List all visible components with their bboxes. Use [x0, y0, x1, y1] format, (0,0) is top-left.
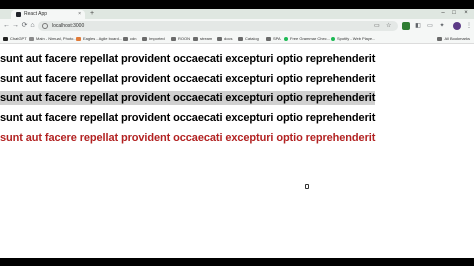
bookmark-catalog[interactable]: Catalog — [238, 35, 259, 42]
bookmark-main-nimual[interactable]: Main - Nimual, Photo... — [29, 35, 77, 42]
mouse-cursor-icon — [305, 184, 309, 189]
chatgpt-icon — [3, 36, 8, 41]
tab-close-icon[interactable]: × — [78, 11, 81, 18]
address-bar[interactable]: localhost:3000 ▭ ☆ — [38, 21, 398, 31]
folder-icon — [123, 36, 128, 41]
folder-icon — [437, 36, 443, 41]
site-info-icon[interactable] — [42, 23, 48, 29]
browser-window: React App × + – □ × ← → ⟳ ⌂ localhost:30… — [0, 9, 474, 258]
grammarly-icon — [284, 36, 288, 41]
bookmark-grammar[interactable]: Free Grammar Chec... — [284, 35, 330, 42]
text-line-3-selected: sunt aut facere repellat provident occae… — [0, 91, 376, 105]
folder-icon — [217, 36, 222, 41]
folder-icon — [142, 36, 147, 41]
menu-kebab-icon[interactable]: ⋮ — [465, 22, 473, 30]
text-line-1: sunt aut facere repellat provident occae… — [0, 53, 376, 65]
bookmark-roon[interactable]: ROON — [171, 35, 190, 42]
address-text[interactable]: localhost:3000 — [52, 22, 84, 30]
bookmark-star-icon[interactable]: ☆ — [386, 22, 391, 30]
new-tab-button[interactable]: + — [88, 9, 96, 18]
extension-devices-icon[interactable]: ▭ — [426, 22, 434, 30]
forward-button[interactable]: → — [11, 21, 20, 31]
folder-icon — [238, 36, 243, 41]
folder-icon — [171, 36, 176, 41]
extension-translate-icon[interactable]: ◧ — [414, 22, 422, 30]
text-line-2: sunt aut facere repellat provident occae… — [0, 73, 376, 85]
close-window-button[interactable]: × — [461, 9, 471, 18]
page-icon — [29, 36, 34, 41]
spotify-icon — [331, 36, 335, 41]
bookmark-stream[interactable]: stream — [193, 35, 212, 42]
folder-icon — [193, 36, 198, 41]
minimize-button[interactable]: – — [438, 9, 448, 18]
text-line-4: sunt aut facere repellat provident occae… — [0, 112, 376, 124]
bottom-letterbox — [0, 258, 474, 266]
tab-title: React App — [24, 11, 48, 17]
tab-react-app[interactable]: React App × — [11, 10, 85, 19]
back-button[interactable]: ← — [2, 21, 11, 31]
browser-toolbar: ← → ⟳ ⌂ localhost:3000 ▭ ☆ ◧ ▭ ✦ ⋮ — [0, 19, 474, 33]
profile-avatar[interactable] — [453, 22, 461, 30]
bookmark-docs[interactable]: docs — [217, 35, 232, 42]
page-content: sunt aut facere repellat provident occae… — [0, 44, 474, 258]
tab-strip: React App × + – □ × — [0, 9, 474, 19]
react-favicon-icon — [16, 12, 21, 17]
cast-icon[interactable]: ▭ — [374, 22, 380, 30]
home-button[interactable]: ⌂ — [28, 21, 37, 31]
bookmark-chatgpt[interactable]: ChatGPT — [3, 35, 27, 42]
bookmark-imported[interactable]: Imported — [142, 35, 165, 42]
all-bookmarks-folder[interactable]: All Bookmarks — [437, 35, 470, 42]
bookmarks-bar: ChatGPT Main - Nimual, Photo... Eagles -… — [0, 33, 474, 44]
text-line-5-red: sunt aut facere repellat provident occae… — [0, 132, 376, 144]
jira-icon — [76, 36, 81, 41]
folder-icon — [266, 36, 271, 41]
bookmark-spa[interactable]: SPA — [266, 35, 281, 42]
top-letterbox — [0, 0, 474, 9]
bookmark-spotify[interactable]: Spotify - Web Playe... — [331, 35, 375, 42]
extensions-puzzle-icon[interactable]: ✦ — [438, 22, 446, 30]
bookmark-cdn[interactable]: cdn — [123, 35, 136, 42]
bookmark-eagles[interactable]: Eagles - Agile board... — [76, 35, 122, 42]
extension-green-icon[interactable] — [402, 22, 410, 30]
maximize-button[interactable]: □ — [449, 9, 459, 18]
